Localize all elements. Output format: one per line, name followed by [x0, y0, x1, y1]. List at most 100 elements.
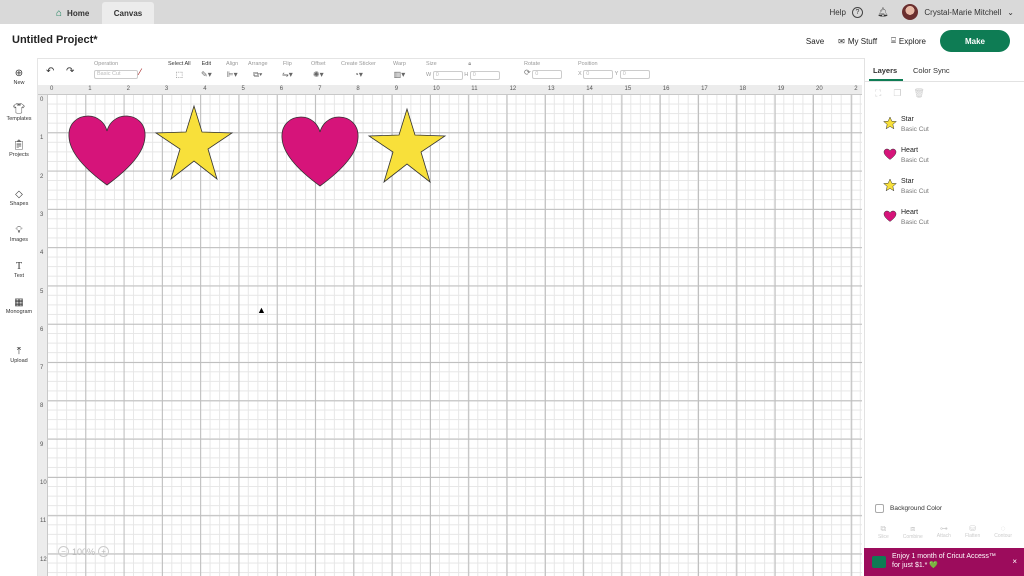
project-title[interactable]: Untitled Project* — [12, 34, 98, 46]
tab-home[interactable]: ⌂ Home — [48, 2, 100, 24]
flatten-label: Flatten — [964, 533, 981, 539]
combine-button[interactable]: ⧈ Combine — [903, 524, 923, 540]
layers-list: Star Basic Cut Heart Basic Cut Star Basi… — [865, 110, 1024, 234]
heart-shape[interactable] — [68, 115, 146, 186]
monogram-icon: ▦ — [14, 297, 24, 308]
user-name[interactable]: Crystal-Marie Mitchell — [924, 8, 1001, 17]
layer-name: Star — [901, 116, 914, 123]
size-group: Size 🔒︎ W 0 H 0 — [426, 61, 500, 80]
home-icon: ⌂ — [56, 7, 63, 19]
warp-label: Warp — [393, 61, 406, 67]
redo-icon[interactable]: ↷ — [66, 66, 74, 77]
panel-footer-actions: ⧉ Slice ⧈ Combine ⊶ Attach ⛁ Flatten ◌ Contou… — [865, 524, 1024, 540]
tab-canvas[interactable]: Canvas — [102, 2, 154, 24]
tab-color-sync[interactable]: Color Sync — [913, 66, 950, 75]
tab-layers[interactable]: Layers — [873, 66, 897, 75]
slice-label: Slice — [877, 534, 889, 540]
layer-item-star[interactable]: Star Basic Cut — [865, 110, 1024, 141]
contour-icon: ◌ — [1000, 524, 1006, 533]
trash-icon[interactable]: 🗑︎ — [913, 88, 924, 99]
flip-label: Flip — [282, 61, 292, 67]
left-sidebar: ⊕ New 👕︎ Templates 📋︎ Projects ◇ Shapes … — [0, 58, 38, 576]
arrange-button[interactable]: Arrange ⧉▾ — [248, 61, 268, 80]
star-shape[interactable] — [154, 104, 234, 181]
slice-button[interactable]: ⧉ Slice — [878, 524, 889, 540]
height-field[interactable]: 0 — [469, 71, 500, 80]
canvas-shapes — [68, 104, 447, 187]
create-sticker-label: Create Sticker — [341, 61, 376, 67]
close-icon[interactable]: × — [1012, 557, 1017, 566]
nav-shapes[interactable]: ◇ Shapes — [0, 189, 38, 207]
rotate-group: Rotate ⟳ 0 — [524, 61, 563, 79]
layer-item-star[interactable]: Star Basic Cut — [865, 172, 1024, 203]
width-field[interactable]: 0 — [432, 71, 463, 80]
nav-projects[interactable]: 📋︎ Projects — [0, 140, 38, 158]
mouse-cursor-icon: ▲ — [257, 305, 266, 315]
nav-new-label: New — [13, 80, 25, 86]
x-label: X — [578, 71, 582, 77]
nav-templates[interactable]: 👕︎ Templates — [0, 104, 38, 122]
attach-button[interactable]: ⊶ Attach — [937, 524, 951, 540]
rotate-field[interactable]: 0 — [532, 70, 563, 79]
flatten-button[interactable]: ⛁ Flatten — [965, 524, 980, 540]
operation-label: Operation — [94, 61, 119, 67]
design-canvas[interactable]: 0 1 2 3 4 5 6 7 8 9 10 11 12 13 14 15 16 17 18 19 20 2 012345… — [38, 85, 862, 576]
star-shape[interactable] — [367, 107, 447, 184]
promo-banner[interactable]: Enjoy 1 month of Cricut Access™ for just… — [864, 548, 1024, 576]
pen-icon[interactable]: ⁄ — [140, 67, 142, 77]
edit-button[interactable]: Edit ✎▾ — [201, 61, 212, 79]
plus-icon: ⊕ — [14, 68, 24, 79]
create-sticker-button[interactable]: Create Sticker ◔▾ — [341, 61, 376, 79]
nav-images-label: Images — [9, 237, 29, 243]
heart-shape[interactable] — [281, 116, 359, 187]
offset-button[interactable]: Offset ✺▾ — [311, 61, 326, 79]
layer-item-heart[interactable]: Heart Basic Cut — [865, 141, 1024, 172]
background-color-toggle[interactable]: Background Color — [875, 504, 942, 513]
align-button[interactable]: Align ⊫▾ — [226, 61, 238, 79]
avatar[interactable] — [902, 4, 919, 20]
bell-icon[interactable]: 🔔︎ — [877, 7, 888, 18]
undo-icon[interactable]: ↶ — [46, 66, 54, 77]
help-link[interactable]: Help — [830, 8, 846, 17]
zoom-out-button[interactable]: − — [58, 546, 69, 557]
help-icon[interactable]: ? — [851, 6, 863, 18]
nav-text[interactable]: T Text — [0, 261, 38, 279]
y-field[interactable]: 0 — [619, 70, 650, 79]
make-button[interactable]: Make — [940, 30, 1010, 52]
sticker-icon: ◔▾ — [354, 70, 363, 79]
offset-label: Offset — [311, 61, 326, 67]
x-field[interactable]: 0 — [583, 70, 614, 79]
ungroup-icon[interactable]: ⛶ — [875, 88, 881, 99]
layer-operation: Basic Cut — [901, 126, 929, 133]
select-all-button[interactable]: Select All ⬚ — [168, 61, 191, 79]
panel-tabs: Layers Color Sync — [865, 58, 1024, 82]
background-color-checkbox[interactable] — [875, 504, 884, 513]
duplicate-icon[interactable]: ❐ — [893, 88, 901, 99]
warp-button[interactable]: Warp ▥▾ — [393, 61, 406, 79]
contour-button[interactable]: ◌ Contour — [994, 524, 1012, 540]
layer-item-heart[interactable]: Heart Basic Cut — [865, 203, 1024, 234]
rotate-label: Rotate — [524, 61, 541, 67]
w-label: W — [426, 72, 432, 78]
nav-text-label: Text — [13, 273, 25, 279]
nav-upload[interactable]: ⤒ Upload — [0, 346, 38, 364]
select-all-icon: ⬚ — [175, 70, 184, 79]
lock-icon[interactable]: 🔒︎ — [468, 61, 471, 67]
warp-icon: ▥▾ — [393, 70, 406, 79]
nav-images[interactable]: 💡︎ Images — [0, 225, 38, 243]
explore-button[interactable]: ⌸ Explore — [891, 36, 926, 46]
align-label: Align — [226, 61, 239, 67]
nav-new[interactable]: ⊕ New — [0, 68, 38, 86]
zoom-in-button[interactable]: + — [98, 546, 110, 557]
machine-icon: ⌸ — [891, 36, 896, 45]
save-button[interactable]: Save — [806, 37, 824, 46]
my-stuff-button[interactable]: ✉ My Stuff — [838, 37, 877, 46]
bulb-icon: 💡︎ — [15, 225, 23, 236]
operation-select[interactable]: Basic Cut — [94, 70, 138, 79]
cricut-access-icon — [872, 556, 886, 568]
edit-toolbar: ↶ ↷ Operation Basic Cut ⁄ Select All ⬚ E… — [38, 58, 864, 85]
zoom-control: − 100% + — [58, 546, 110, 557]
nav-monogram[interactable]: ▦ Monogram — [0, 297, 38, 315]
flip-button[interactable]: Flip ⇋▾ — [282, 61, 293, 79]
chevron-down-icon[interactable]: ⌄ — [1007, 8, 1014, 17]
